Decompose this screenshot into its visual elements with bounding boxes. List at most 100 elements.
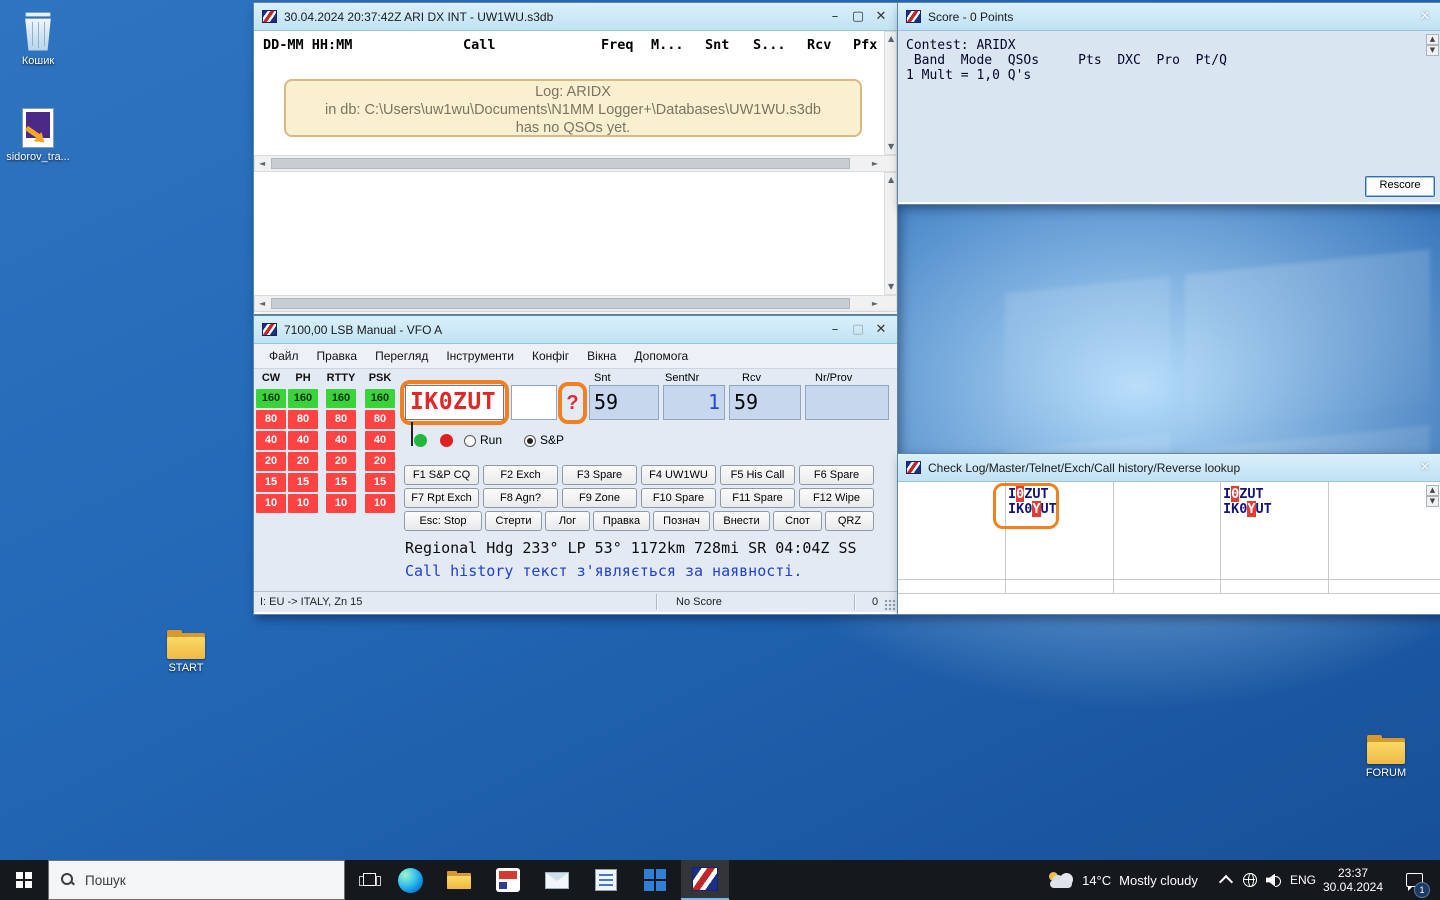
scroll-down-icon[interactable]: ▼ [888,143,894,151]
band-button[interactable]: 10 [365,494,395,513]
f6-button[interactable]: F6 Spare [799,465,874,485]
menu-config[interactable]: Конфіг [523,346,578,366]
band-button[interactable]: 80 [326,410,356,429]
snt-input[interactable]: 59 [589,385,659,420]
f3-button[interactable]: F3 Spare [562,465,637,485]
band-button[interactable]: 160 [365,389,395,408]
band-button[interactable]: 160 [326,389,356,408]
f1-button[interactable]: F1 S&P CQ [404,465,479,485]
tray-language-button[interactable]: ENG [1286,860,1320,900]
minimize-icon[interactable]: – [827,9,843,25]
mark-button[interactable]: Познач [653,511,710,531]
search-input[interactable]: Пошук [48,860,345,900]
scrollbar-thumb[interactable] [271,158,850,169]
f4-button[interactable]: F4 UW1WU [641,465,716,485]
band-button[interactable]: 160 [288,389,318,408]
f2-button[interactable]: F2 Exch [483,465,558,485]
rescore-button[interactable]: Rescore [1365,176,1435,197]
desktop-icon-recycle-bin[interactable]: Кошик [2,12,74,67]
f5-button[interactable]: F5 His Call [720,465,795,485]
log-window-titlebar[interactable]: 30.04.2024 20:37:42Z ARI DX INT - UW1WU.… [254,3,897,31]
taskbar-app-n1mm[interactable] [681,860,729,900]
check-spinner[interactable]: ▲ ▼ [1426,485,1439,507]
band-button[interactable]: 80 [256,410,286,429]
desktop-icon-start-folder[interactable]: START [150,630,222,674]
scroll-down-icon[interactable]: ▼ [888,283,894,291]
esc-stop-button[interactable]: Esc: Stop [404,511,482,531]
menu-windows[interactable]: Вікна [578,346,625,366]
check-window-titlebar[interactable]: Check Log/Master/Telnet/Exch/Call histor… [898,454,1440,482]
band-button[interactable]: 10 [256,494,286,513]
score-spinner[interactable]: ▲ ▼ [1426,34,1439,56]
tray-show-hidden-button[interactable] [1214,860,1238,900]
taskbar-app-notes[interactable] [582,860,630,900]
check-question-indicator[interactable]: ? [558,382,587,424]
desktop-icon-file[interactable]: sidorov_tra... [2,108,74,163]
callsign-input[interactable]: IK0ZUT [405,385,504,420]
resize-grip[interactable] [884,599,895,610]
entry-window-titlebar[interactable]: 7100,00 LSB Manual - VFO A – ▢ ✕ [254,316,897,344]
scroll-up-icon[interactable]: ▲ [888,176,894,184]
band-button[interactable]: 15 [326,473,356,492]
band-button[interactable]: 15 [365,473,395,492]
f8-button[interactable]: F8 Agn? [483,488,558,508]
log-vertical-scrollbar-2[interactable]: ▲ ▼ [884,172,897,295]
band-button[interactable]: 80 [288,410,318,429]
close-icon[interactable]: ✕ [873,322,889,338]
menu-edit[interactable]: Правка [308,346,367,366]
check-match-block-2[interactable]: I0ZUT IK0YUT [1223,487,1272,517]
start-button[interactable] [0,860,48,900]
spin-up-icon[interactable]: ▲ [1426,485,1439,496]
store-button[interactable]: Внести [713,511,770,531]
spin-down-icon[interactable]: ▼ [1426,45,1439,56]
f11-button[interactable]: F11 Spare [720,488,795,508]
band-button-active[interactable]: 40 [288,431,318,450]
sp-radio[interactable] [524,435,536,447]
log-button[interactable]: Лог [545,511,590,531]
band-button[interactable]: 40 [326,431,356,450]
scroll-right-icon[interactable]: ► [872,300,878,308]
scroll-left-icon[interactable]: ◄ [259,160,265,168]
scroll-up-icon[interactable]: ▲ [888,35,894,43]
close-icon[interactable]: ✕ [1417,9,1433,25]
tray-volume-button[interactable] [1262,860,1286,900]
band-button[interactable]: 10 [326,494,356,513]
band-button[interactable]: 20 [256,452,286,471]
menu-file[interactable]: Файл [260,346,308,366]
run-radio[interactable] [464,435,476,447]
desktop-icon-forum-folder[interactable]: FORUM [1350,735,1422,779]
action-center-button[interactable]: 1 [1392,860,1436,900]
menu-view[interactable]: Перегляд [366,346,437,366]
taskbar-app-mail[interactable] [533,860,581,900]
wipe-button[interactable]: Стерти [485,511,542,531]
taskbar-app-edge[interactable] [386,860,434,900]
band-button[interactable]: 20 [365,452,395,471]
sentnr-input[interactable]: 1 [663,385,725,420]
menu-help[interactable]: Допомога [625,346,697,366]
taskbar-app-explorer[interactable] [435,860,483,900]
taskbar-weather[interactable]: 14°C Mostly cloudy [1028,860,1218,900]
band-button[interactable]: 15 [288,473,318,492]
band-button[interactable]: 40 [365,431,395,450]
spot-button[interactable]: Спот [773,511,822,531]
spin-down-icon[interactable]: ▼ [1426,496,1439,507]
spin-up-icon[interactable]: ▲ [1426,34,1439,45]
close-icon[interactable]: ✕ [873,9,889,25]
nrprov-input[interactable] [805,385,889,420]
maximize-icon[interactable]: ▢ [850,322,866,338]
score-window-titlebar[interactable]: Score - 0 Points ✕ [898,3,1440,31]
edit-button[interactable]: Правка [593,511,650,531]
log-horizontal-scrollbar-1[interactable]: ◄ ► [254,155,897,172]
scrollbar-thumb[interactable] [271,298,850,309]
menu-tools[interactable]: Інструменти [437,346,523,366]
scroll-right-icon[interactable]: ► [872,160,878,168]
band-button[interactable]: 10 [288,494,318,513]
log-vertical-scrollbar[interactable]: ▲ ▼ [884,31,897,155]
band-button[interactable]: 20 [288,452,318,471]
tray-clock-button[interactable]: 23:37 30.04.2024 [1320,860,1386,900]
qrz-button[interactable]: QRZ [825,511,874,531]
tray-network-button[interactable] [1238,860,1262,900]
band-button[interactable]: 80 [365,410,395,429]
band-button[interactable]: 20 [326,452,356,471]
f10-button[interactable]: F10 Spare [641,488,716,508]
